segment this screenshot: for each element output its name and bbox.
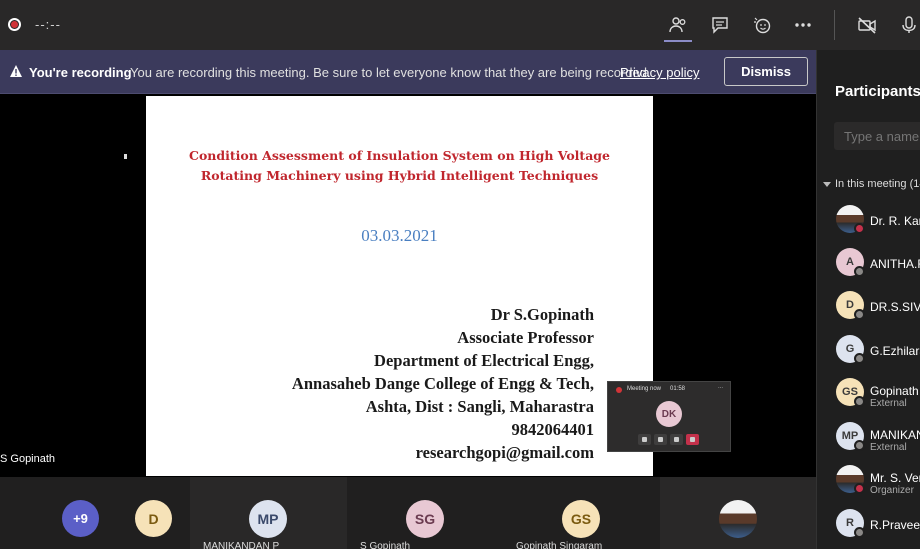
author-address: Ashta, Dist : Sangli, Maharastra — [365, 397, 594, 416]
avatar: MP — [249, 500, 287, 538]
avatar-photo — [719, 500, 757, 538]
participant-name: Dr. R. Kar — [870, 214, 920, 228]
slide-title: Condition Assessment of Insulation Syste… — [146, 146, 653, 186]
presence-status-icon — [854, 223, 865, 234]
panel-title: Participants — [835, 83, 920, 100]
camera-off-icon[interactable] — [856, 14, 878, 36]
slide-author-block: Dr S.Gopinath Associate Professor Depart… — [292, 303, 594, 464]
chevron-down-icon[interactable] — [823, 182, 831, 187]
avatar: GS — [562, 500, 600, 538]
presence-status-icon — [854, 527, 865, 538]
avatar: D — [135, 500, 172, 537]
presence-status-icon — [854, 483, 865, 494]
participant-name: Gopinath — [870, 384, 919, 398]
avatar: DK — [656, 401, 682, 427]
author-designation: Associate Professor — [457, 328, 594, 347]
presence-status-icon — [854, 309, 865, 320]
in-meeting-section-header[interactable]: In this meeting (14 — [835, 178, 920, 190]
more-icon[interactable] — [792, 14, 814, 36]
participant-role: External — [870, 442, 907, 453]
presence-status-icon — [854, 396, 865, 407]
participant-role: Organizer — [870, 485, 914, 496]
meeting-toolbar: --:-- — [0, 0, 920, 50]
recording-banner: You're recording You are recording this … — [0, 50, 816, 94]
meeting-timer: --:-- — [35, 17, 61, 32]
slide-date: 03.03.2021 — [361, 226, 438, 245]
participant-item[interactable]: GS Gopinath External — [836, 378, 920, 410]
participant-item[interactable]: R R.Pravee — [836, 509, 920, 541]
author-college: Annasaheb Dange College of Engg & Tech, — [291, 374, 594, 393]
participant-tile-name: S Gopinath — [360, 541, 411, 549]
participant-name: G.Ezhilara — [870, 344, 920, 358]
record-icon — [8, 18, 21, 31]
presence-status-icon — [854, 353, 865, 364]
teams-meeting-window: --:-- You're recording You are recording… — [0, 0, 920, 549]
camera-icon[interactable] — [638, 434, 651, 445]
record-icon — [616, 387, 622, 393]
hang-up-icon[interactable] — [686, 434, 699, 445]
privacy-policy-link[interactable]: Privacy policy — [620, 65, 699, 80]
recording-label: You're recording — [29, 65, 132, 80]
mic-icon[interactable] — [654, 434, 667, 445]
participant-name: R.Pravee — [870, 518, 920, 532]
dismiss-button[interactable]: Dismiss — [724, 57, 808, 86]
participant-item[interactable]: Mr. S. Ver Organizer — [836, 465, 920, 497]
participant-tile-name: MANIKANDAN P — [203, 541, 280, 549]
mini-meeting-window[interactable]: Meeting now 01:58 ... DK — [607, 381, 731, 452]
reactions-icon[interactable] — [751, 14, 773, 36]
author-name: Dr S.Gopinath — [490, 305, 594, 324]
active-tab-indicator — [664, 40, 692, 42]
author-phone: 9842064401 — [511, 420, 595, 439]
author-department: Department of Electrical Engg, — [374, 351, 594, 370]
participant-name: Mr. S. Ver — [870, 471, 920, 485]
toolbar-divider — [834, 10, 835, 40]
presenter-name: S Gopinath — [0, 453, 56, 465]
more-icon[interactable]: ... — [718, 384, 723, 390]
chat-icon[interactable] — [709, 14, 731, 36]
author-email: researchgopi@gmail.com — [415, 443, 594, 462]
recording-message: You are recording this meeting. Be sure … — [130, 65, 651, 80]
participant-name: ANITHA.R — [870, 257, 920, 271]
participant-name: MANIKAN — [870, 428, 920, 442]
participants-icon[interactable] — [667, 14, 689, 36]
participant-item[interactable]: AANITHA.R — [836, 248, 920, 280]
participant-item[interactable]: Dr. R. Kar — [836, 205, 920, 237]
search-participants-input[interactable] — [834, 122, 920, 150]
mini-meeting-time: 01:58 — [670, 386, 686, 392]
mic-icon[interactable] — [898, 14, 920, 36]
participant-name: DR.S.SIVA — [870, 300, 920, 314]
participant-tile-name: Gopinath Singaram — [516, 541, 603, 549]
participant-item[interactable]: MP MANIKAN External — [836, 422, 920, 454]
overflow-participants-button[interactable]: +9 — [62, 500, 99, 537]
presence-status-icon — [854, 266, 865, 277]
participant-role: External — [870, 398, 907, 409]
warning-icon — [10, 65, 22, 77]
slide-title-line1: Condition Assessment of Insulation Syste… — [189, 148, 610, 163]
slide-title-line2: Rotating Machinery using Hybrid Intellig… — [200, 168, 599, 183]
presence-status-icon — [854, 440, 865, 451]
mini-meeting-title: Meeting now — [627, 386, 662, 392]
participant-item[interactable]: GG.Ezhilara — [836, 335, 920, 367]
presentation-slide: Condition Assessment of Insulation Syste… — [146, 96, 653, 476]
participant-item[interactable]: DDR.S.SIVA — [836, 291, 920, 323]
share-icon[interactable] — [670, 434, 683, 445]
avatar: SG — [406, 500, 444, 538]
mouse-cursor — [124, 154, 127, 159]
